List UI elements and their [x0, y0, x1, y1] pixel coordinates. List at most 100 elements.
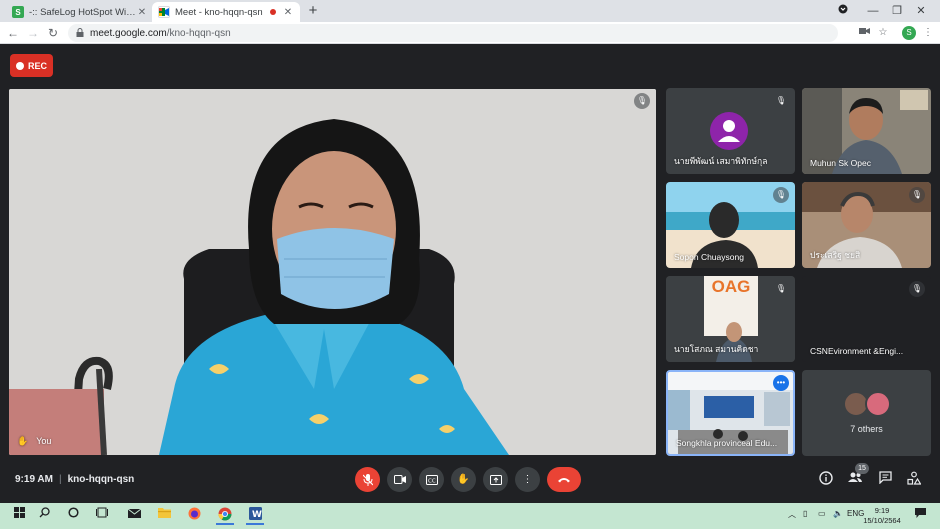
mic-off-icon: 🎙 — [909, 281, 925, 297]
browser-menu-icon[interactable]: ⋮ — [920, 25, 936, 41]
participant-name: นายโสภณ สมานคิดชา — [674, 344, 759, 354]
participant-count-badge: 15 — [855, 463, 869, 474]
tray-expand-icon[interactable]: ︿ — [788, 509, 796, 520]
lock-icon — [76, 27, 84, 39]
hang-up-icon — [558, 478, 570, 483]
windows-start-icon[interactable] — [10, 507, 28, 525]
close-icon[interactable]: ✕ — [136, 7, 148, 18]
meeting-code: kno-hqqn-qsn — [67, 474, 135, 485]
address-bar[interactable]: meet.google.com /kno-hqqn-qsn — [68, 24, 838, 42]
tab-meet[interactable]: Meet - kno-hqqn-qsn ✕ — [152, 2, 300, 22]
url-path: /kno-hqqn-qsn — [166, 27, 231, 39]
firefox-icon[interactable] — [185, 507, 203, 525]
hand-icon: ✋ — [457, 474, 470, 485]
meeting-info: 9:19 AM | kno-hqqn-qsn — [15, 474, 135, 485]
bookmark-star-icon[interactable]: ☆ — [875, 25, 891, 41]
window-close-icon[interactable]: ✕ — [910, 2, 932, 20]
others-tile[interactable]: 7 others — [802, 370, 931, 456]
participant-tile[interactable]: ••• Songkhla provinceal Edu... — [666, 370, 795, 456]
tab-title: Meet - kno-hqqn-qsn — [175, 6, 263, 18]
profile-avatar[interactable]: S — [902, 26, 916, 40]
back-icon[interactable]: ← — [3, 23, 23, 43]
mic-off-icon: 🎙 — [909, 187, 925, 203]
meeting-controls-bar: 9:19 AM | kno-hqqn-qsn CC ✋ ⋮ — [0, 462, 940, 499]
mic-off-icon — [362, 473, 373, 486]
safelog-favicon-icon: S — [12, 6, 24, 18]
clock-date: 15/10/2564 — [863, 516, 901, 525]
clock-time: 9:19 — [874, 506, 890, 515]
participant-name: Muhun Sk Opec — [810, 158, 871, 168]
camera-toggle-button[interactable] — [387, 467, 412, 492]
browser-toolbar: ← → ↻ meet.google.com /kno-hqqn-qsn ☆ S … — [0, 22, 940, 44]
more-options-icon[interactable]: ••• — [773, 375, 789, 391]
participant-tile[interactable]: 🎙 นายพีพัฒน์ เสมาพิทักษ์กุล — [666, 88, 795, 174]
participant-tile[interactable]: OAG 🎙 นายโสภณ สมานคิดชา — [666, 276, 795, 362]
task-view-icon[interactable] — [93, 507, 111, 525]
mic-off-icon: 🎙 — [773, 93, 789, 109]
url-host: meet.google.com — [90, 27, 167, 39]
self-tile-label: ✋ You — [17, 436, 52, 446]
chat-icon[interactable] — [876, 471, 894, 489]
recording-badge: REC — [10, 54, 53, 77]
participant-tile[interactable]: 🎙 Sopon Chuaysong — [666, 182, 795, 268]
meeting-time: 9:19 AM — [15, 474, 53, 485]
self-video-image — [9, 89, 656, 455]
meeting-details-icon[interactable] — [817, 471, 835, 489]
raise-hand-button[interactable]: ✋ — [451, 467, 476, 492]
meet-favicon-icon — [158, 6, 170, 18]
mic-off-icon: 🎙 — [634, 93, 650, 109]
activities-icon[interactable] — [905, 471, 923, 489]
microphone-toggle-button[interactable] — [355, 467, 380, 492]
main-video-tile[interactable]: 🎙 ✋ You — [9, 89, 656, 455]
mic-off-icon: 🎙 — [773, 187, 789, 203]
new-tab-button[interactable]: + — [305, 2, 321, 20]
avatar — [710, 112, 748, 150]
system-clock[interactable]: 9:19 15/10/2564 — [862, 506, 902, 526]
hand-icon: ✋ — [17, 436, 29, 446]
minimize-icon[interactable]: — — [862, 2, 884, 20]
close-icon[interactable]: ✕ — [282, 7, 294, 18]
others-avatar-group — [843, 391, 893, 417]
captions-icon: CC — [425, 474, 438, 485]
camera-in-use-icon[interactable] — [856, 25, 872, 41]
poster-text: OAG — [711, 277, 751, 296]
restore-icon[interactable]: ❐ — [886, 2, 908, 20]
chrome-icon[interactable] — [216, 507, 234, 525]
tab-search-icon[interactable] — [832, 2, 854, 20]
notification-icon[interactable] — [915, 508, 926, 520]
present-icon — [489, 474, 502, 485]
network-icon[interactable]: ▯ — [803, 509, 807, 518]
more-vertical-icon: ⋮ — [522, 474, 533, 485]
volume-icon[interactable]: 🔈 — [833, 509, 843, 518]
others-count-label: 7 others — [850, 424, 883, 434]
recording-label: REC — [27, 60, 47, 71]
search-icon[interactable] — [35, 507, 53, 525]
browser-tab-strip: S -:: SafeLog HotSpot Wifi Internet ✕ Me… — [0, 0, 940, 22]
forward-icon[interactable]: → — [23, 23, 43, 43]
tab-safelog[interactable]: S -:: SafeLog HotSpot Wifi Internet ✕ — [6, 2, 154, 22]
camera-icon — [393, 475, 406, 484]
participant-name: นายพีพัฒน์ เสมาพิทักษ์กุล — [674, 156, 768, 166]
reload-icon[interactable]: ↻ — [43, 23, 63, 43]
svg-text:CC: CC — [428, 478, 436, 484]
word-icon[interactable]: W — [246, 507, 264, 525]
svg-text:W: W — [252, 510, 262, 520]
windows-taskbar: W ︿ ▯ ▭ 🔈 ENG 9:19 15/10/2564 — [0, 503, 940, 529]
participant-name: ประเสริฐ ชยสิ — [810, 250, 861, 260]
participant-tile[interactable]: 🎙 CSNEvironment &Engi... — [802, 276, 931, 362]
present-screen-button[interactable] — [483, 467, 508, 492]
participant-tile[interactable]: Muhun Sk Opec — [802, 88, 931, 174]
file-explorer-icon[interactable] — [155, 507, 173, 525]
participant-name: CSNEvironment &Engi... — [810, 346, 904, 356]
participant-name: Sopon Chuaysong — [674, 252, 744, 262]
participant-tile[interactable]: 🎙 ประเสริฐ ชยสิ — [802, 182, 931, 268]
captions-button[interactable]: CC — [419, 467, 444, 492]
tab-title: -:: SafeLog HotSpot Wifi Internet — [29, 6, 136, 18]
mail-icon[interactable] — [125, 507, 143, 525]
battery-icon[interactable]: ▭ — [818, 509, 826, 518]
cortana-icon[interactable] — [64, 507, 82, 525]
record-dot-icon — [15, 61, 24, 70]
avatar — [865, 391, 891, 417]
leave-call-button[interactable] — [547, 467, 581, 492]
more-options-button[interactable]: ⋮ — [515, 467, 540, 492]
